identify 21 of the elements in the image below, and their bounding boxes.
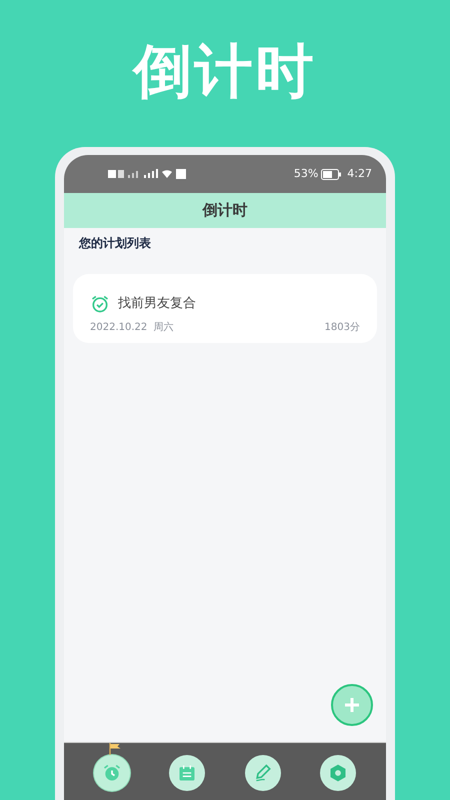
battery-percent: 53% xyxy=(294,166,318,182)
calendar-icon xyxy=(177,763,198,783)
plan-weekday: 周六 xyxy=(153,320,174,335)
settings-icon xyxy=(328,763,348,783)
tab-button[interactable] xyxy=(94,755,130,791)
promo-title: 倒计时 xyxy=(134,42,316,107)
header-title: 倒计时 xyxy=(202,200,248,222)
plan-card[interactable]: 找前男友复合 2022.10.22 周六 1803分 xyxy=(73,274,377,343)
plan-minutes: 1803分 xyxy=(324,321,360,335)
battery-icon xyxy=(321,168,342,180)
plan-date: 2022.10.22 xyxy=(90,321,148,335)
tab-button[interactable] xyxy=(320,755,356,791)
plus-icon xyxy=(344,697,360,713)
alarm-clock-icon xyxy=(90,294,110,314)
section-title: 您的计划列表 xyxy=(79,235,151,252)
plan-title: 找前男友复合 xyxy=(118,295,196,314)
clock-time: 4:27 xyxy=(347,166,372,182)
flag-icon xyxy=(108,743,123,755)
tab-button[interactable] xyxy=(244,755,281,791)
alarm-clock-icon xyxy=(102,763,122,783)
tab-button[interactable] xyxy=(169,755,206,791)
